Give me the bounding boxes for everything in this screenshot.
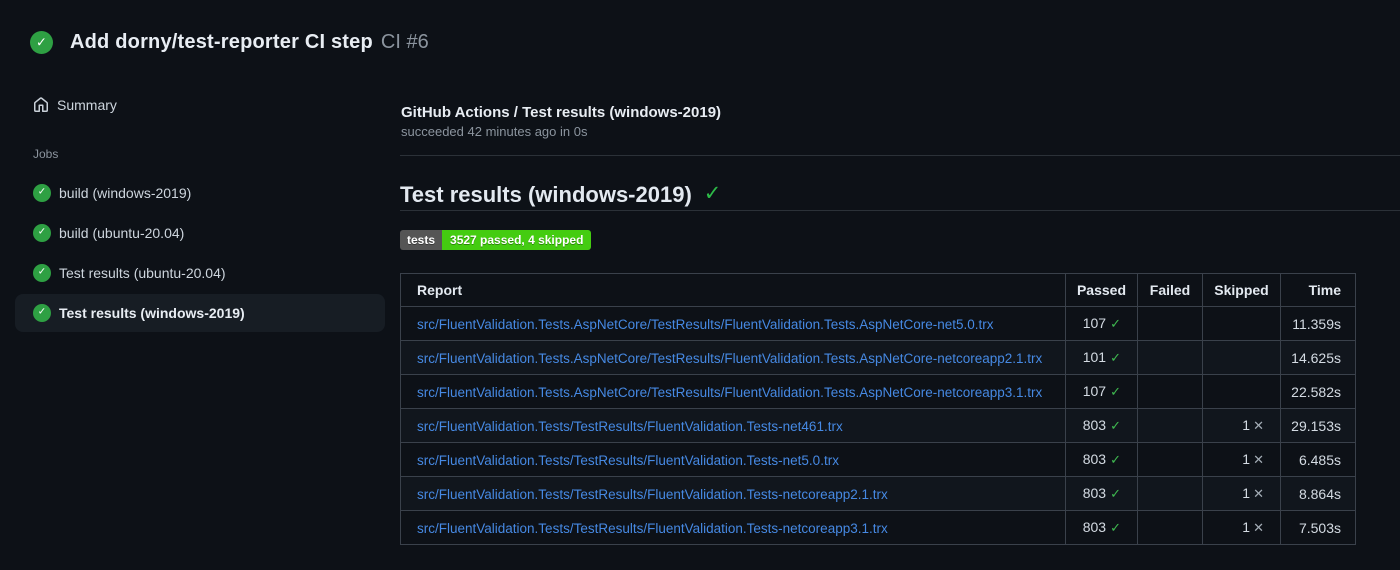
skipped-cell bbox=[1202, 306, 1281, 341]
check-circle-icon: ✓ bbox=[33, 304, 51, 322]
failed-cell bbox=[1137, 340, 1203, 375]
skipped-cell bbox=[1202, 374, 1281, 409]
job-label: Test results (windows-2019) bbox=[59, 305, 245, 321]
passed-cell: 101 ✓ bbox=[1065, 340, 1138, 375]
skipped-cell: 1 ✕ bbox=[1202, 510, 1281, 545]
passed-cell: 107 ✓ bbox=[1065, 306, 1138, 341]
summary-label: Summary bbox=[57, 97, 117, 113]
table-row: src/FluentValidation.Tests.AspNetCore/Te… bbox=[400, 306, 1356, 341]
check-circle-icon: ✓ bbox=[33, 264, 51, 282]
check-status: succeeded 42 minutes ago in 0s bbox=[401, 124, 588, 139]
tests-badge: tests 3527 passed, 4 skipped bbox=[400, 230, 592, 250]
table-row: src/FluentValidation.Tests/TestResults/F… bbox=[400, 476, 1356, 511]
jobs-section-label: Jobs bbox=[33, 147, 59, 161]
run-number: CI #6 bbox=[380, 31, 429, 53]
tests-badge-value: 3527 passed, 4 skipped bbox=[442, 230, 592, 250]
report-link[interactable]: src/FluentValidation.Tests/TestResults/F… bbox=[417, 521, 888, 536]
check-title: GitHub Actions / Test results (windows-2… bbox=[401, 104, 722, 121]
run-title: Add dorny/test-reporter CI step bbox=[70, 31, 373, 53]
table-row: src/FluentValidation.Tests.AspNetCore/Te… bbox=[400, 374, 1356, 409]
col-header-passed: Passed bbox=[1065, 273, 1138, 307]
sidebar-item-job[interactable]: ✓ Test results (ubuntu-20.04) bbox=[15, 254, 385, 292]
time-cell: 11.359s bbox=[1280, 306, 1356, 341]
run-header-bar: ✓ Add dorny/test-reporter CI step CI #6 bbox=[0, 0, 1400, 85]
check-icon: ✓ bbox=[1110, 384, 1121, 399]
check-circle-icon: ✓ bbox=[30, 31, 53, 54]
col-header-failed: Failed bbox=[1137, 273, 1203, 307]
results-table: Report Passed Failed Skipped Time src/Fl… bbox=[400, 273, 1356, 545]
main-pane: GitHub Actions / Test results (windows-2… bbox=[400, 85, 1400, 545]
table-row: src/FluentValidation.Tests.AspNetCore/Te… bbox=[400, 340, 1356, 375]
time-cell: 29.153s bbox=[1280, 408, 1356, 443]
results-table-body: src/FluentValidation.Tests.AspNetCore/Te… bbox=[400, 306, 1356, 545]
report-link[interactable]: src/FluentValidation.Tests.AspNetCore/Te… bbox=[417, 317, 994, 332]
table-header-row: Report Passed Failed Skipped Time bbox=[400, 273, 1356, 307]
job-label: Test results (ubuntu-20.04) bbox=[59, 265, 226, 281]
check-icon: ✓ bbox=[703, 182, 722, 205]
sidebar-item-job[interactable]: ✓ Test results (windows-2019) bbox=[15, 294, 385, 332]
cross-icon: ✕ bbox=[1253, 452, 1264, 467]
report-link[interactable]: src/FluentValidation.Tests.AspNetCore/Te… bbox=[417, 385, 1042, 400]
time-cell: 22.582s bbox=[1280, 374, 1356, 409]
failed-cell bbox=[1137, 510, 1203, 545]
time-cell: 8.864s bbox=[1280, 476, 1356, 511]
time-cell: 14.625s bbox=[1280, 340, 1356, 375]
table-row: src/FluentValidation.Tests/TestResults/F… bbox=[400, 510, 1356, 545]
table-row: src/FluentValidation.Tests/TestResults/F… bbox=[400, 442, 1356, 477]
skipped-cell: 1 ✕ bbox=[1202, 408, 1281, 443]
report-link[interactable]: src/FluentValidation.Tests/TestResults/F… bbox=[417, 453, 839, 468]
check-run-header: GitHub Actions / Test results (windows-2… bbox=[400, 85, 1400, 156]
check-circle-icon: ✓ bbox=[33, 184, 51, 202]
tests-badge-label: tests bbox=[400, 230, 443, 250]
sidebar-item-job[interactable]: ✓ build (ubuntu-20.04) bbox=[15, 214, 385, 252]
col-header-report: Report bbox=[400, 273, 1066, 307]
home-icon bbox=[34, 97, 48, 112]
passed-cell: 803 ✓ bbox=[1065, 408, 1138, 443]
passed-cell: 803 ✓ bbox=[1065, 442, 1138, 477]
time-cell: 6.485s bbox=[1280, 442, 1356, 477]
jobs-sidebar: Summary Jobs ✓ build (windows-2019) ✓ bu… bbox=[0, 85, 400, 332]
sidebar-item-job[interactable]: ✓ build (windows-2019) bbox=[15, 174, 385, 212]
check-circle-icon: ✓ bbox=[33, 224, 51, 242]
skipped-cell bbox=[1202, 340, 1281, 375]
check-icon: ✓ bbox=[1110, 486, 1121, 501]
check-icon: ✓ bbox=[1110, 350, 1121, 365]
passed-cell: 107 ✓ bbox=[1065, 374, 1138, 409]
col-header-skipped: Skipped bbox=[1202, 273, 1281, 307]
check-icon: ✓ bbox=[1110, 418, 1121, 433]
results-heading: Test results (windows-2019) ✓ bbox=[400, 180, 1400, 211]
cross-icon: ✕ bbox=[1253, 486, 1264, 501]
failed-cell bbox=[1137, 374, 1203, 409]
table-row: src/FluentValidation.Tests/TestResults/F… bbox=[400, 408, 1356, 443]
jobs-list: ✓ build (windows-2019) ✓ build (ubuntu-2… bbox=[15, 174, 385, 332]
report-link[interactable]: src/FluentValidation.Tests.AspNetCore/Te… bbox=[417, 351, 1042, 366]
results-heading-text: Test results (windows-2019) bbox=[400, 182, 692, 207]
passed-cell: 803 ✓ bbox=[1065, 510, 1138, 545]
passed-cell: 803 ✓ bbox=[1065, 476, 1138, 511]
job-label: build (ubuntu-20.04) bbox=[59, 225, 185, 241]
check-icon: ✓ bbox=[1110, 452, 1121, 467]
job-label: build (windows-2019) bbox=[59, 185, 192, 201]
check-icon: ✓ bbox=[1110, 316, 1121, 331]
sidebar-item-summary[interactable]: Summary bbox=[15, 86, 385, 124]
report-link[interactable]: src/FluentValidation.Tests/TestResults/F… bbox=[417, 419, 843, 434]
check-icon: ✓ bbox=[1110, 520, 1121, 535]
failed-cell bbox=[1137, 306, 1203, 341]
col-header-time: Time bbox=[1280, 273, 1356, 307]
failed-cell bbox=[1137, 476, 1203, 511]
time-cell: 7.503s bbox=[1280, 510, 1356, 545]
failed-cell bbox=[1137, 408, 1203, 443]
failed-cell bbox=[1137, 442, 1203, 477]
report-link[interactable]: src/FluentValidation.Tests/TestResults/F… bbox=[417, 487, 888, 502]
skipped-cell: 1 ✕ bbox=[1202, 442, 1281, 477]
cross-icon: ✕ bbox=[1253, 418, 1264, 433]
cross-icon: ✕ bbox=[1253, 520, 1264, 535]
skipped-cell: 1 ✕ bbox=[1202, 476, 1281, 511]
